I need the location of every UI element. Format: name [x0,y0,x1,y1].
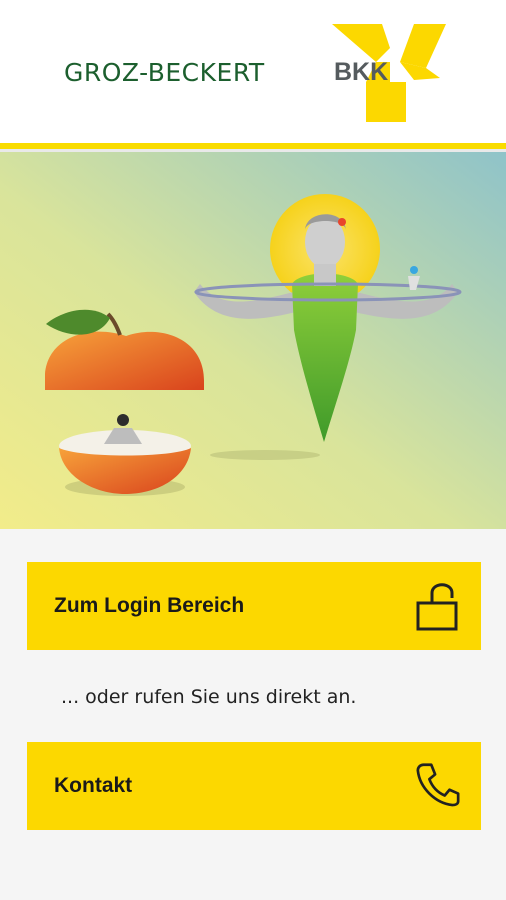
call-hint-text: ... oder rufen Sie uns direkt an. [61,686,357,708]
login-button[interactable]: Zum Login Bereich [27,562,481,650]
app-header: GROZ-BECKERT BKK [0,0,506,143]
hero-illustration [0,152,506,529]
brand-suffix: BKK [334,58,389,86]
unlock-icon [416,583,458,631]
contact-button[interactable]: Kontakt [27,742,481,830]
login-button-label: Zum Login Bereich [54,594,245,617]
hero-image [0,152,506,529]
contact-button-label: Kontakt [54,774,133,797]
phone-icon [416,763,460,807]
brand-name: GROZ-BECKERT [64,58,265,87]
